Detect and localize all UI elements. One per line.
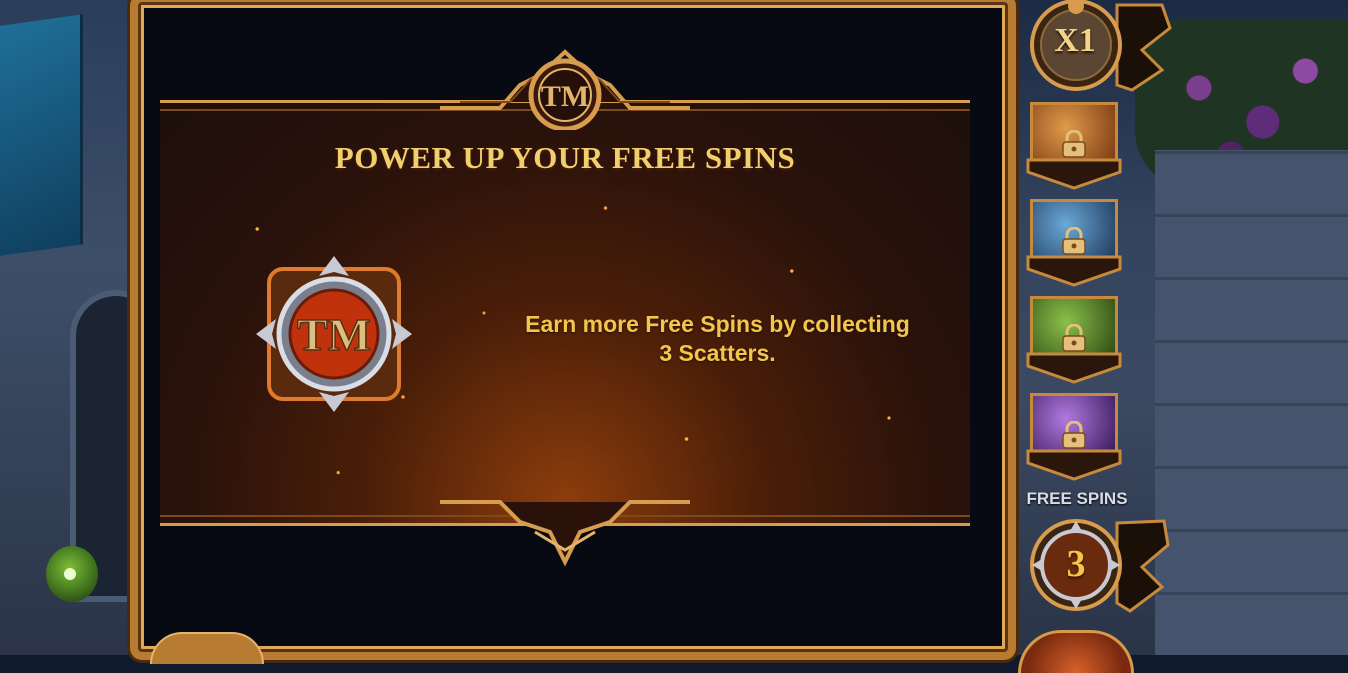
dialog-description: Earn more Free Spins by collecting 3 Sca… bbox=[495, 310, 940, 368]
hero-banner bbox=[1026, 255, 1122, 287]
svg-text:TM: TM bbox=[297, 309, 371, 360]
dialog-title: POWER UP YOUR FREE SPINS bbox=[334, 140, 796, 175]
blue-banner-decoration bbox=[0, 14, 83, 256]
svg-text:TM: TM bbox=[541, 80, 589, 113]
hero-slot-rogue bbox=[1024, 195, 1124, 287]
stone-wall bbox=[1155, 150, 1348, 655]
lock-icon bbox=[1062, 324, 1086, 352]
multiplier-label: X1 bbox=[1054, 22, 1096, 59]
creature-eye bbox=[64, 568, 76, 580]
lock-icon bbox=[1062, 130, 1086, 158]
scatter-symbol-icon: TM bbox=[256, 256, 412, 412]
tm-crest-icon: TM bbox=[440, 49, 690, 130]
hero-banner bbox=[1026, 352, 1122, 384]
free-spins-count: 3 bbox=[1066, 543, 1086, 585]
bottom-ornament bbox=[440, 500, 690, 567]
hero-slot-orc bbox=[1024, 292, 1124, 384]
background-left-scenery bbox=[0, 0, 162, 655]
hero-slot-warrior bbox=[1024, 98, 1124, 190]
free-spins-label: FREE SPINS bbox=[1026, 489, 1128, 508]
lock-icon bbox=[1062, 227, 1086, 255]
bottom-left-ornament bbox=[150, 632, 264, 664]
lock-icon bbox=[1062, 421, 1086, 449]
hero-banner bbox=[1026, 449, 1122, 481]
hero-banner bbox=[1026, 158, 1122, 190]
hero-slot-mage bbox=[1024, 389, 1124, 481]
description-line-1: Earn more Free Spins by collecting bbox=[525, 311, 910, 337]
description-line-2: 3 Scatters. bbox=[659, 340, 776, 366]
